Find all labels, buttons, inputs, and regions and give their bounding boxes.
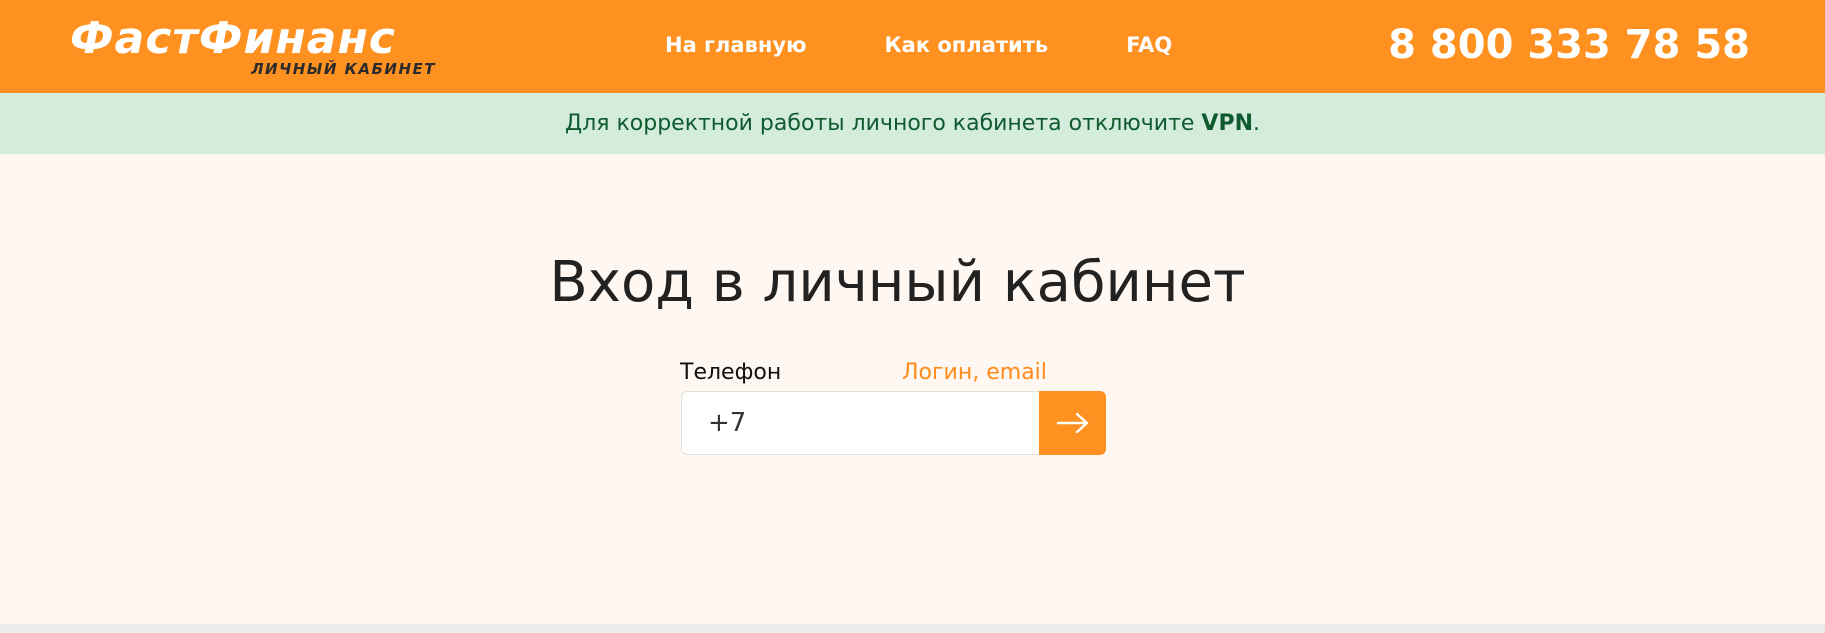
nav-how-to-pay-link[interactable]: Как оплатить xyxy=(884,30,1048,60)
logo[interactable]: ФастФинанс ЛИЧНЫЙ КАБИНЕТ xyxy=(70,14,450,84)
header: ФастФинанс ЛИЧНЫЙ КАБИНЕТ На главную Как… xyxy=(0,0,1825,93)
phone-input[interactable] xyxy=(681,391,1039,455)
main-nav: На главную Как оплатить FAQ xyxy=(665,30,1172,60)
arrow-right-icon xyxy=(1056,412,1088,434)
nav-faq-link[interactable]: FAQ xyxy=(1126,30,1172,60)
logo-main-text: ФастФинанс xyxy=(70,13,396,64)
notice-text: Для корректной работы личного кабинета о… xyxy=(565,111,1260,136)
submit-button[interactable] xyxy=(1039,391,1106,455)
login-method-tabs: Телефон Логин, email xyxy=(680,358,1110,388)
vpn-notice: Для корректной работы личного кабинета о… xyxy=(0,93,1825,154)
tab-phone[interactable]: Телефон xyxy=(680,358,781,388)
nav-home-link[interactable]: На главную xyxy=(665,30,806,60)
footer-strip xyxy=(0,624,1825,633)
notice-highlight: VPN xyxy=(1201,111,1253,136)
login-form xyxy=(681,391,1106,455)
header-phone-link[interactable]: 8 800 333 78 58 xyxy=(1388,20,1750,70)
tab-login-email[interactable]: Логин, email xyxy=(902,358,1047,388)
logo-sub-text: ЛИЧНЫЙ КАБИНЕТ xyxy=(251,60,436,78)
page-title: Вход в личный кабинет xyxy=(549,250,1246,315)
